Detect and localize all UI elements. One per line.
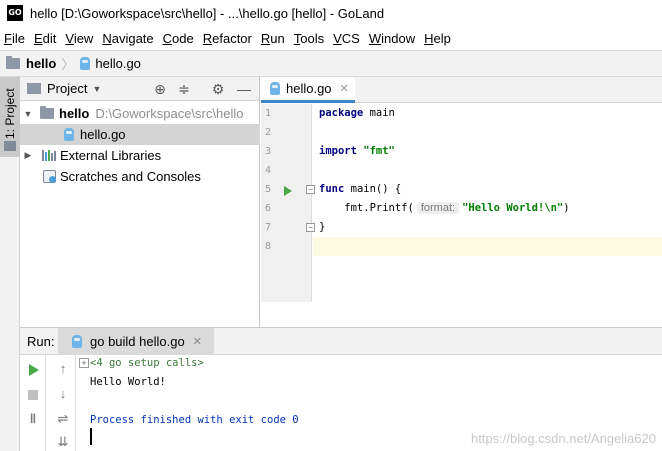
editor-tab-bar: hello.go ✕ xyxy=(261,77,662,103)
run-panel-header: Run: go build hello.go ✕ xyxy=(20,328,662,355)
stop-icon[interactable] xyxy=(28,390,38,400)
go-file-icon xyxy=(270,82,280,95)
rerun-play-icon[interactable] xyxy=(29,364,39,376)
chevron-down-icon[interactable]: ▼ xyxy=(92,84,101,94)
code-line-3: import "fmt" xyxy=(319,145,395,157)
expand-icon[interactable]: + xyxy=(79,358,89,368)
menu-vcs[interactable]: VCS xyxy=(329,31,365,46)
console-collapsed-calls[interactable]: <4 go setup calls> xyxy=(90,355,204,371)
breadcrumb: hello 〉 hello.go xyxy=(0,50,662,77)
tree-item-scratches[interactable]: Scratches and Consoles xyxy=(20,166,260,187)
project-tool-tab-label: 1: Project xyxy=(3,88,17,139)
parameter-hint: format: xyxy=(416,202,460,214)
code-line-5: func main() { xyxy=(319,183,402,195)
line-number: 7 xyxy=(265,222,272,233)
go-file-icon xyxy=(64,128,74,141)
project-folder-icon xyxy=(4,141,16,151)
locate-target-icon[interactable]: ⊕ xyxy=(152,81,168,97)
project-panel: Project ▼ ⊕ ≑ ⚙ — ▼ hello D:\Goworkspace… xyxy=(20,77,260,327)
tab-label: hello.go xyxy=(286,81,332,96)
scroll-to-end-icon[interactable]: ⇊ xyxy=(56,435,70,449)
folder-icon xyxy=(40,106,54,119)
project-view-selector[interactable]: Project xyxy=(47,81,87,96)
left-tool-strip: 1: Project xyxy=(0,77,20,451)
menu-run[interactable]: Run xyxy=(257,31,290,46)
line-number: 2 xyxy=(265,127,272,138)
tree-external-libraries-label: External Libraries xyxy=(60,148,162,163)
window-title: hello [D:\Goworkspace\src\hello] - ...\h… xyxy=(30,5,385,21)
line-number: 1 xyxy=(265,108,272,119)
close-icon[interactable]: ✕ xyxy=(340,82,349,95)
arrow-up-icon[interactable]: ↑ xyxy=(56,362,70,376)
line-number: 4 xyxy=(265,165,272,176)
menu-tools[interactable]: Tools xyxy=(290,31,329,46)
run-tab-label: go build hello.go xyxy=(90,334,185,349)
editor-gutter: 1 2 3 4 5 6 7 8 − − xyxy=(261,104,315,302)
tree-file-name: hello.go xyxy=(80,127,126,142)
menu-code[interactable]: Code xyxy=(159,31,199,46)
line-number: 6 xyxy=(265,203,272,214)
menu-view[interactable]: View xyxy=(61,31,98,46)
gear-icon[interactable]: ⚙ xyxy=(210,81,226,97)
tree-root-name: hello xyxy=(59,106,90,121)
code-editor: hello.go ✕ 1 2 3 4 5 6 7 8 − − package m… xyxy=(261,77,662,327)
breadcrumb-separator-icon: 〉 xyxy=(61,57,75,72)
code-line-7: } xyxy=(319,221,326,233)
breadcrumb-project[interactable]: hello xyxy=(26,56,56,71)
tree-item-hello-go[interactable]: hello.go xyxy=(20,124,260,145)
line-number: 5 xyxy=(265,184,272,195)
go-file-icon xyxy=(80,57,91,70)
breadcrumb-file[interactable]: hello.go xyxy=(95,56,141,71)
code-area[interactable]: package main import "fmt" func main() { … xyxy=(313,104,662,302)
tree-item-root[interactable]: ▼ hello D:\Goworkspace\src\hello xyxy=(20,103,260,124)
run-label: Run: xyxy=(27,333,55,349)
goland-logo-icon: GO xyxy=(7,5,23,21)
library-icon xyxy=(42,150,56,161)
menu-help[interactable]: Help xyxy=(420,31,456,46)
menu-bar: File Edit View Navigate Code Refactor Ru… xyxy=(0,26,662,50)
tab-hello-go[interactable]: hello.go ✕ xyxy=(261,77,355,103)
go-run-icon xyxy=(72,335,82,348)
line-number: 3 xyxy=(265,146,272,157)
menu-window[interactable]: Window xyxy=(365,31,420,46)
collapse-all-icon[interactable]: ≑ xyxy=(176,81,192,97)
code-line-6: fmt.Printf(format: "Hello World!\n") xyxy=(319,202,570,214)
title-bar: GO hello [D:\Goworkspace\src\hello] - ..… xyxy=(0,0,662,26)
soft-wrap-icon[interactable]: ⇌ xyxy=(56,412,70,426)
chevron-down-icon[interactable]: ▼ xyxy=(23,109,33,119)
minimize-icon[interactable]: — xyxy=(236,81,252,97)
project-view-icon xyxy=(27,83,41,94)
pause-icon[interactable]: ‖ xyxy=(26,412,40,426)
tree-root-path: D:\Goworkspace\src\hello xyxy=(95,106,244,121)
arrow-down-icon[interactable]: ↓ xyxy=(56,387,70,401)
code-line-8-current xyxy=(313,237,662,256)
menu-edit[interactable]: Edit xyxy=(30,31,61,46)
run-gutter-play-icon[interactable] xyxy=(284,186,292,196)
watermark: https://blog.csdn.net/Angelia620 xyxy=(470,431,656,446)
menu-navigate[interactable]: Navigate xyxy=(98,31,158,46)
console-process-finished: Process finished with exit code 0 xyxy=(90,414,299,426)
chevron-right-icon[interactable]: ▶ xyxy=(23,150,33,161)
scratches-icon xyxy=(43,170,56,183)
close-icon[interactable]: ✕ xyxy=(193,335,202,348)
project-panel-header: Project ▼ ⊕ ≑ ⚙ — xyxy=(20,77,259,101)
text-cursor xyxy=(90,428,92,445)
console-output-line: Hello World! xyxy=(90,376,166,388)
folder-icon xyxy=(6,56,20,69)
line-number: 8 xyxy=(265,241,272,252)
run-tab-go-build[interactable]: go build hello.go ✕ xyxy=(58,328,214,355)
menu-refactor[interactable]: Refactor xyxy=(199,31,257,46)
run-toolbar: ‖ xyxy=(20,355,46,451)
tree-item-external-libraries[interactable]: ▶ External Libraries xyxy=(20,145,260,166)
run-toolbar-secondary: ↑ ↓ ⇌ ⇊ xyxy=(50,355,76,451)
menu-file[interactable]: File xyxy=(0,31,30,46)
tree-scratches-label: Scratches and Consoles xyxy=(60,169,201,184)
code-line-1: package main xyxy=(319,107,395,119)
